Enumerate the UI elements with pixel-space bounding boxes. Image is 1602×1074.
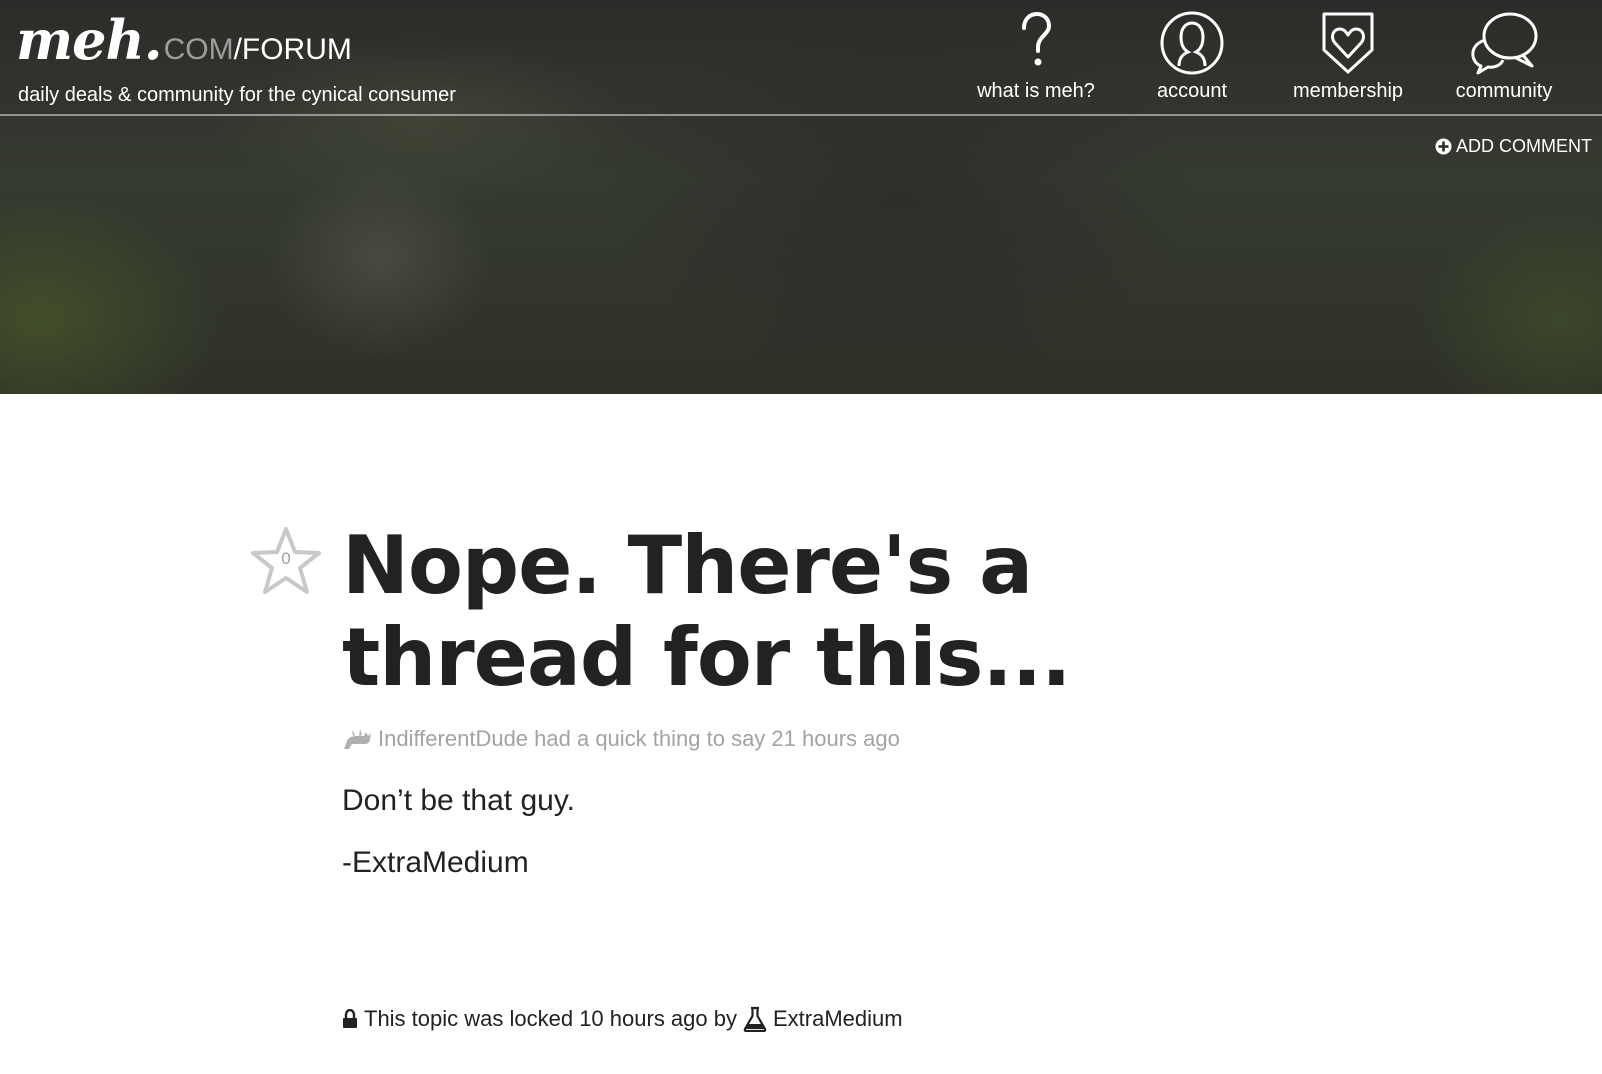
nav-what-is-meh[interactable]: what is meh?: [958, 10, 1114, 110]
user-avatar-icon: [344, 729, 371, 749]
byline-text: IndifferentDude had a quick thing to say…: [378, 726, 900, 751]
star-button[interactable]: 0: [250, 525, 322, 597]
nav-community[interactable]: community: [1426, 10, 1582, 110]
speech-bubble-icon: [1471, 12, 1538, 75]
forum-post: 0 Nope. There's a thread for this... Ind…: [250, 520, 1250, 906]
logo-com: COM: [163, 33, 234, 66]
flask-icon: [743, 1006, 767, 1032]
nav-label: membership: [1292, 80, 1404, 102]
post-title: Nope. There's a thread for this...: [342, 519, 1071, 704]
star-count: 0: [281, 549, 291, 568]
header-divider: [0, 114, 1602, 116]
nav-membership[interactable]: membership: [1270, 10, 1426, 110]
post-body: Don’t be that guy. -ExtraMedium: [342, 782, 1250, 882]
lock-icon: [343, 1009, 357, 1028]
post-body-paragraph: Don’t be that guy.: [342, 784, 575, 817]
site-logo[interactable]: meh. COM /FORUM: [16, 8, 352, 72]
nav-label: community: [1455, 80, 1553, 102]
lock-notice-text: This topic was locked 10 hours ago by: [364, 1006, 737, 1031]
add-comment-label: ADD COMMENT: [1456, 136, 1592, 156]
site-tagline: daily deals & community for the cynical …: [18, 84, 456, 106]
nav-account[interactable]: account: [1114, 10, 1270, 110]
plus-circle-icon: [1435, 138, 1452, 155]
post-byline: IndifferentDude had a quick thing to say…: [342, 726, 1250, 752]
add-comment-button[interactable]: ADD COMMENT: [1435, 136, 1592, 157]
lock-notice: This topic was locked 10 hours ago by Ex…: [342, 1006, 903, 1032]
question-icon: [1022, 11, 1052, 66]
account-icon: [1160, 11, 1224, 75]
lock-notice-user[interactable]: ExtraMedium: [773, 1006, 903, 1032]
main-nav: what is meh? account membership communit…: [958, 10, 1582, 110]
page: meh. COM /FORUM daily deals & community …: [0, 0, 1602, 1074]
nav-label: account: [1156, 80, 1228, 102]
membership-heart-shield-icon: [1322, 12, 1374, 74]
logo-forum: /FORUM: [233, 33, 352, 66]
nav-label: what is meh?: [977, 80, 1095, 102]
logo-meh: meh.: [16, 8, 163, 72]
post-body-paragraph: -ExtraMedium: [342, 846, 529, 879]
